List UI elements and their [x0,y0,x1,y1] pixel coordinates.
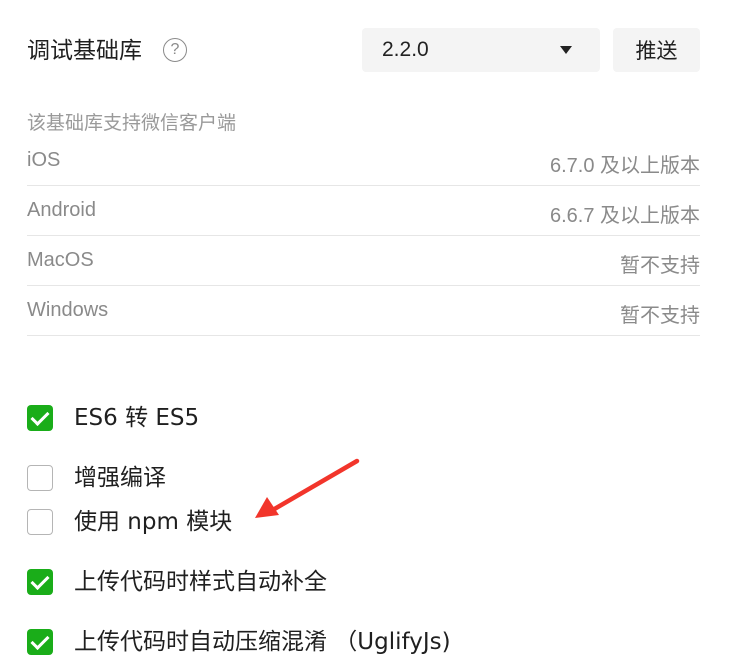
platform-version: 暂不支持 [620,305,700,327]
platform-version: 6.6.7 及以上版本 [549,205,700,227]
library-version-value: 2.2.0 [382,38,429,61]
option-label: 上传代码时自动压缩混淆 （UglifyJs) [74,629,451,655]
annotation-arrow-icon [255,458,360,518]
option-label: 使用 npm 模块 [74,509,233,535]
checkbox[interactable] [27,509,53,535]
help-icon[interactable]: ? [163,38,187,62]
platform-row-android: Android 6.6.7 及以上版本 [27,186,700,236]
platform-name: Windows [27,299,109,321]
option-label: ES6 转 ES5 [74,405,200,431]
support-note: 该基础库支持微信客户端 [27,112,237,134]
push-button[interactable]: 推送 [613,28,700,72]
option-label: 上传代码时样式自动补全 [74,569,327,595]
checkbox[interactable] [27,405,53,431]
platform-name: MacOS [27,249,94,271]
chevron-down-icon [560,46,572,54]
platform-version: 6.7.0 及以上版本 [549,155,700,177]
platform-name: iOS [27,149,61,171]
platform-support-list: iOS 6.7.0 及以上版本 Android 6.6.7 及以上版本 MacO… [27,136,700,336]
option-minify-uglify[interactable]: 上传代码时自动压缩混淆 （UglifyJs) [27,628,627,658]
platform-row-ios: iOS 6.7.0 及以上版本 [27,136,700,186]
option-es6-to-es5[interactable]: ES6 转 ES5 [27,404,627,434]
platform-name: Android [27,199,96,221]
platform-row-windows: Windows 暂不支持 [27,286,700,336]
debug-library-title: 调试基础库 [27,38,142,64]
option-label: 增强编译 [74,465,166,491]
platform-version: 暂不支持 [620,255,700,277]
checkbox[interactable] [27,629,53,655]
debug-library-header: 调试基础库 ? 2.2.0 推送 [27,28,700,72]
option-style-autocomplete[interactable]: 上传代码时样式自动补全 [27,568,627,598]
platform-row-macos: MacOS 暂不支持 [27,236,700,286]
checkbox[interactable] [27,465,53,491]
library-version-select[interactable]: 2.2.0 [362,28,600,72]
checkbox[interactable] [27,569,53,595]
